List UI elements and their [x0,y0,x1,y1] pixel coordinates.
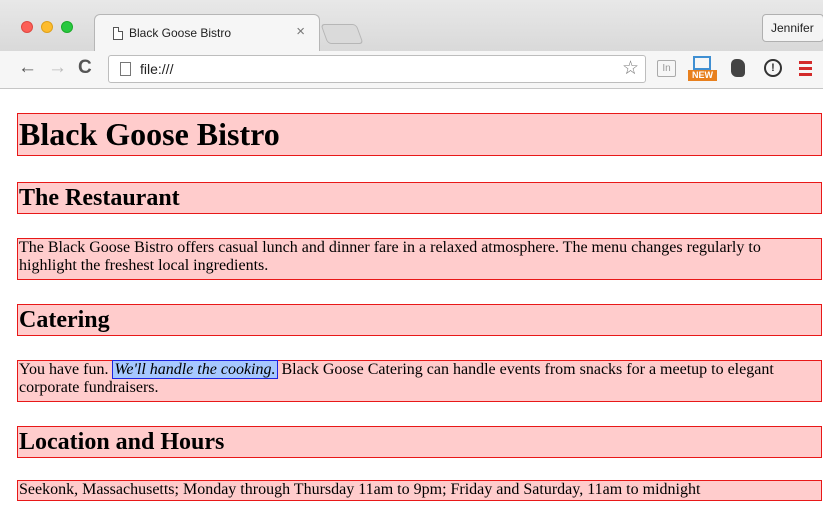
heading-location: Location and Hours [17,426,822,458]
evernote-icon[interactable] [731,59,745,77]
linkedin-icon[interactable]: In [657,60,676,77]
info-icon[interactable]: ! [764,59,782,77]
browser-toolbar: ← → C file:/// ☆ In NEW ! [0,51,823,89]
browser-tab[interactable]: Black Goose Bistro × [94,14,320,51]
page-icon [113,27,123,40]
paragraph-catering: You have fun. We'll handle the cooking. … [17,360,822,402]
title-bar: Black Goose Bistro × Jennifer [0,0,823,51]
star-icon[interactable]: ☆ [622,57,639,80]
page-icon [120,62,131,76]
address-url[interactable]: file:/// [140,61,173,77]
page-title: Black Goose Bistro [17,113,822,156]
back-arrow-icon[interactable]: ← [18,57,37,79]
forward-arrow-icon[interactable]: → [48,57,67,79]
close-icon[interactable]: × [296,23,305,40]
heading-catering: Catering [17,304,822,336]
paragraph-location: Seekonk, Massachusetts; Monday through T… [17,480,822,501]
page-content: Black Goose Bistro The Restaurant The Bl… [0,90,823,529]
emphasis-cooking: We'll handle the cooking. [112,360,278,379]
new-tab-button[interactable] [320,24,364,44]
paragraph-restaurant: The Black Goose Bistro offers casual lun… [17,238,822,280]
zoom-window-button[interactable] [61,21,73,33]
new-extension-icon[interactable]: NEW [687,55,717,83]
catering-text-before: You have fun. [19,361,113,378]
tab-title: Black Goose Bistro [129,26,232,40]
menu-icon[interactable] [799,61,812,79]
close-window-button[interactable] [21,21,33,33]
address-bar[interactable]: file:/// ☆ [108,55,646,83]
profile-button[interactable]: Jennifer [762,14,823,42]
heading-restaurant: The Restaurant [17,182,822,214]
minimize-window-button[interactable] [41,21,53,33]
reload-icon[interactable]: C [78,57,92,79]
